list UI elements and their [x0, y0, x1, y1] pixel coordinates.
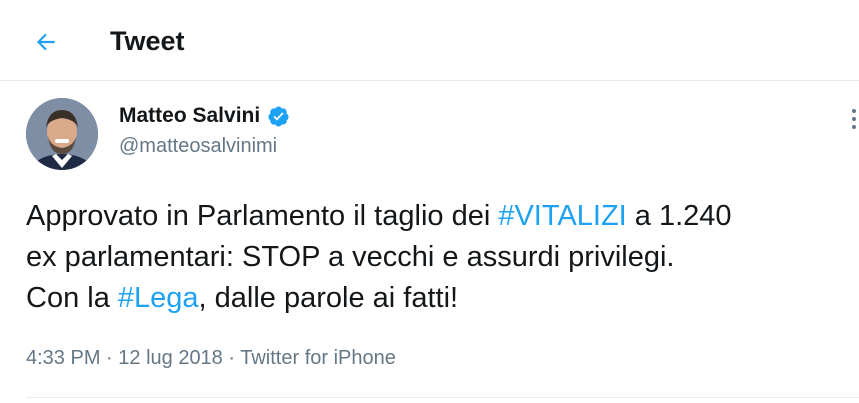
divider [26, 397, 859, 398]
back-button[interactable] [26, 22, 66, 62]
tweet-meta: 4:33 PM · 12 lug 2018 · Twitter for iPho… [26, 347, 396, 370]
tweet-source[interactable]: Twitter for iPhone [240, 347, 396, 369]
author-name[interactable]: Matteo Salvini [119, 104, 290, 128]
tweet-line-3: Con la #Lega, dalle parole ai fatti! [26, 278, 859, 319]
text-segment: , dalle parole ai fatti! [198, 282, 459, 314]
text-segment: Con la [26, 282, 118, 314]
tweet-timestamp[interactable]: 4:33 PM [26, 347, 100, 369]
hashtag-lega[interactable]: #Lega [118, 282, 199, 314]
meta-separator: · [222, 347, 241, 369]
author-handle[interactable]: @matteosalvinimi [119, 135, 277, 158]
avatar[interactable] [26, 98, 98, 170]
author-name-text: Matteo Salvini [119, 104, 261, 127]
page-header: Tweet [0, 0, 859, 81]
more-options-icon[interactable] [848, 104, 859, 134]
text-segment: Approvato in Parlamento il taglio dei [26, 200, 499, 232]
meta-separator: · [100, 347, 119, 369]
verified-badge-icon [268, 105, 289, 127]
tweet-date[interactable]: 12 lug 2018 [118, 347, 223, 369]
avatar-image [26, 98, 98, 170]
tweet-line-2: ex parlamentari: STOP a vecchi e assurdi… [26, 241, 675, 273]
page-title: Tweet [110, 26, 185, 56]
hashtag-vitalizi[interactable]: #VITALIZI [498, 200, 626, 232]
tweet-line-1: Approvato in Parlamento il taglio dei #V… [26, 196, 859, 237]
arrow-left-icon [36, 33, 55, 51]
text-segment: a 1.240 [626, 200, 732, 232]
tweet-text: Approvato in Parlamento il taglio dei #V… [26, 196, 859, 319]
